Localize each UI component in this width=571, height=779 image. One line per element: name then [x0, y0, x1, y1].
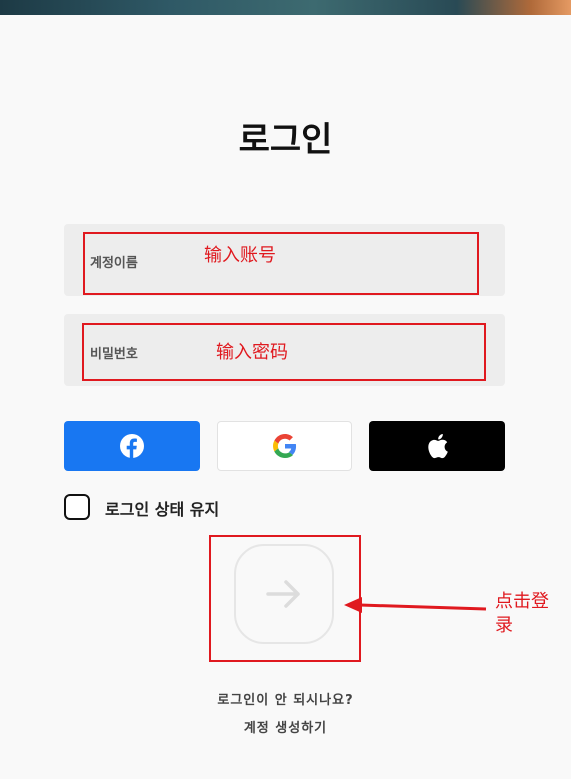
username-annotation-text: 输入账号: [204, 245, 276, 266]
google-icon: [272, 434, 296, 458]
header-banner-image: [0, 0, 571, 15]
password-annotation-text: 输入密码: [216, 342, 288, 363]
login-annotation-line2: 录: [495, 615, 513, 636]
login-submit-button[interactable]: [234, 544, 334, 644]
facebook-icon: [120, 434, 144, 459]
trouble-signing-in-link[interactable]: 로그인이 안 되시나요?: [0, 689, 571, 708]
create-account-link[interactable]: 계정 생성하기: [0, 717, 571, 736]
google-login-button[interactable]: [217, 421, 352, 471]
login-annotation-text: 点击登 录: [495, 590, 549, 638]
page-title: 로그인: [238, 120, 333, 160]
facebook-login-button[interactable]: [64, 421, 200, 471]
apple-icon: [428, 434, 448, 459]
arrow-right-icon: [266, 580, 300, 608]
remember-label[interactable]: 로그인 상태 유지: [105, 496, 219, 520]
username-annotation-box: [83, 232, 479, 295]
login-annotation-line1: 点击登: [495, 591, 549, 612]
apple-login-button[interactable]: [369, 421, 505, 471]
remember-checkbox[interactable]: [64, 494, 90, 520]
